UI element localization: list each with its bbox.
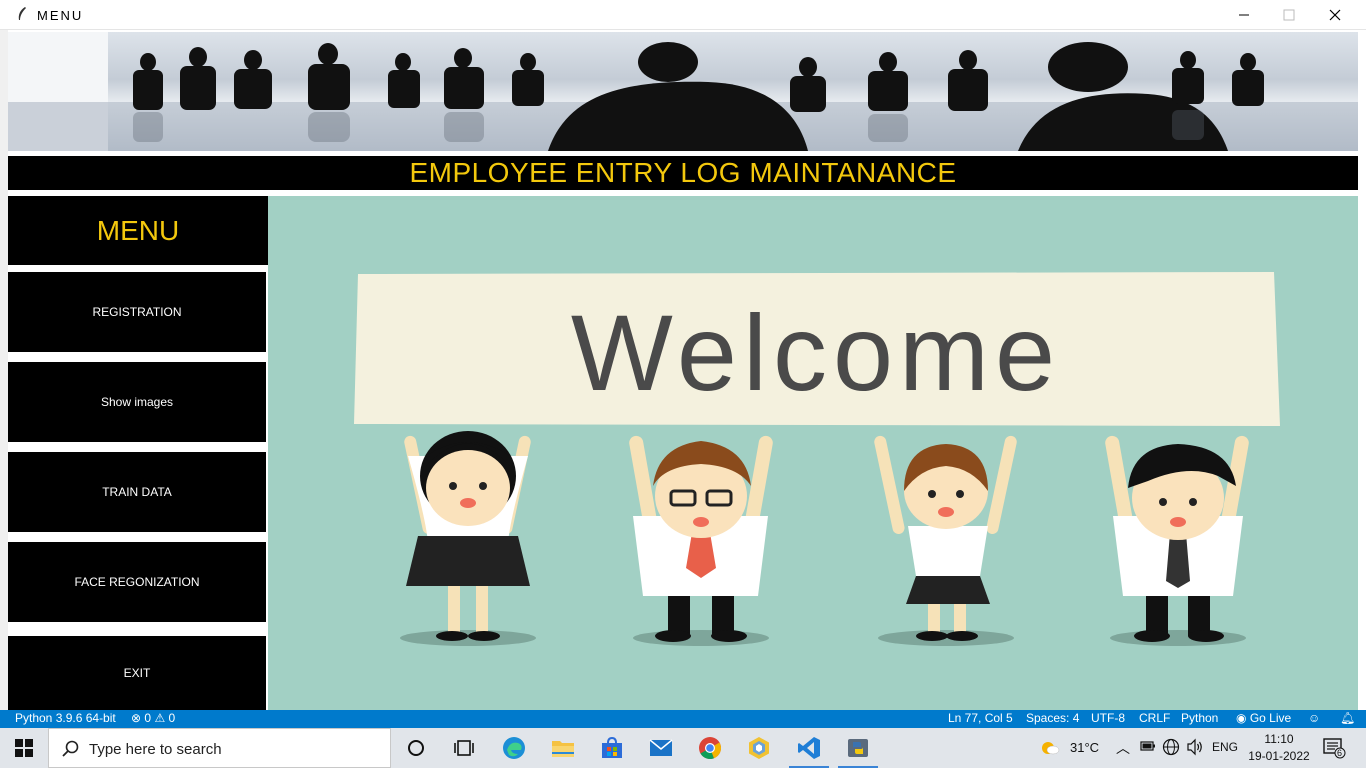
maximize-button[interactable]	[1266, 0, 1312, 30]
cursor-position[interactable]: Ln 77, Col 5	[948, 711, 1013, 725]
minimize-icon	[1239, 14, 1249, 16]
show-images-button[interactable]: Show images	[8, 362, 266, 442]
feedback-icon[interactable]: ☺	[1308, 711, 1320, 725]
search-placeholder: Type here to search	[89, 741, 222, 758]
train-data-button[interactable]: TRAIN DATA	[8, 452, 266, 532]
globe-icon[interactable]	[1162, 738, 1180, 759]
welcome-illustration: Welcome	[268, 196, 1358, 710]
speaker-icon[interactable]	[1186, 738, 1204, 759]
exit-button[interactable]: EXIT	[8, 636, 266, 710]
notification-center[interactable]: 6	[1322, 737, 1346, 762]
search-icon	[62, 740, 79, 757]
menu-title: MENU	[96, 214, 180, 246]
welcome-image: Welcome	[354, 272, 1280, 646]
close-icon	[1329, 9, 1341, 21]
encoding[interactable]: UTF-8	[1091, 711, 1125, 725]
vscode-icon[interactable]	[785, 728, 833, 768]
python-icon[interactable]	[834, 728, 882, 768]
taskbar-clock[interactable]: 11:10 19-01-2022	[1246, 731, 1312, 765]
go-live-label: Go Live	[1249, 711, 1292, 725]
windows-logo-icon	[15, 739, 33, 757]
app-header: EMPLOYEE ENTRY LOG MAINTANANCE	[8, 156, 1358, 190]
notification-count: 6	[1337, 748, 1343, 758]
app-hex-icon[interactable]	[735, 728, 783, 768]
battery-icon[interactable]	[1140, 739, 1156, 756]
task-view-icon[interactable]	[440, 728, 488, 768]
maximize-icon	[1283, 9, 1295, 21]
notification-icon	[1323, 738, 1346, 759]
feather-icon	[18, 7, 26, 20]
edge-icon[interactable]	[490, 728, 538, 768]
mail-icon[interactable]	[637, 728, 685, 768]
taskbar-search[interactable]: Type here to search	[48, 728, 391, 768]
vscode-statusbar: Python 3.9.6 64-bit ⊗ 0 ⚠ 0 Ln 77, Col 5…	[0, 710, 1366, 728]
app-window: EMPLOYEE ENTRY LOG MAINTANANCE MENU REGI…	[0, 30, 1366, 710]
language-mode[interactable]: Python	[1181, 711, 1218, 725]
broadcast-icon: ◉	[1236, 711, 1247, 725]
banner-image	[8, 32, 1358, 151]
error-count: 0	[144, 711, 152, 725]
window-edge	[0, 30, 8, 710]
store-icon[interactable]	[588, 728, 636, 768]
chevron-up-icon[interactable]: ︿	[1116, 738, 1130, 758]
weather-icon[interactable]	[1040, 738, 1060, 761]
close-button[interactable]	[1312, 0, 1358, 30]
clock-time: 11:10	[1264, 732, 1294, 746]
menu-header: MENU	[8, 196, 268, 265]
go-live-button[interactable]: ◉ Go Live	[1236, 711, 1291, 725]
indentation[interactable]: Spaces: 4	[1026, 711, 1079, 725]
input-language[interactable]: ENG	[1212, 740, 1238, 754]
windows-taskbar: Type here to search 31°C ︿ ENG 11:10 19-…	[0, 728, 1366, 768]
face-recognition-button[interactable]: FACE REGONIZATION	[8, 542, 266, 622]
python-interpreter[interactable]: Python 3.9.6 64-bit	[15, 711, 116, 725]
file-explorer-icon[interactable]	[539, 728, 587, 768]
minimize-button[interactable]	[1221, 0, 1267, 30]
registration-button[interactable]: REGISTRATION	[8, 272, 266, 352]
window-title: MENU	[37, 8, 84, 23]
error-icon: ⊗	[131, 711, 142, 725]
business-silhouettes-image	[8, 32, 1358, 151]
clock-date: 19-01-2022	[1248, 749, 1310, 763]
app-header-title: EMPLOYEE ENTRY LOG MAINTANANCE	[409, 157, 957, 188]
cortana-icon[interactable]	[392, 728, 440, 768]
line-ending[interactable]: CRLF	[1139, 711, 1170, 725]
weather-temperature[interactable]: 31°C	[1070, 740, 1099, 755]
problems-indicator[interactable]: ⊗ 0 ⚠ 0	[131, 711, 175, 725]
bell-icon[interactable]: 🔔︎	[1340, 711, 1355, 725]
welcome-text: Welcome	[571, 292, 1061, 413]
warning-icon: ⚠	[154, 711, 166, 725]
window-titlebar: MENU	[0, 0, 1366, 30]
warning-count: 0	[168, 711, 176, 725]
chrome-icon[interactable]	[686, 728, 734, 768]
start-button[interactable]	[0, 728, 48, 768]
